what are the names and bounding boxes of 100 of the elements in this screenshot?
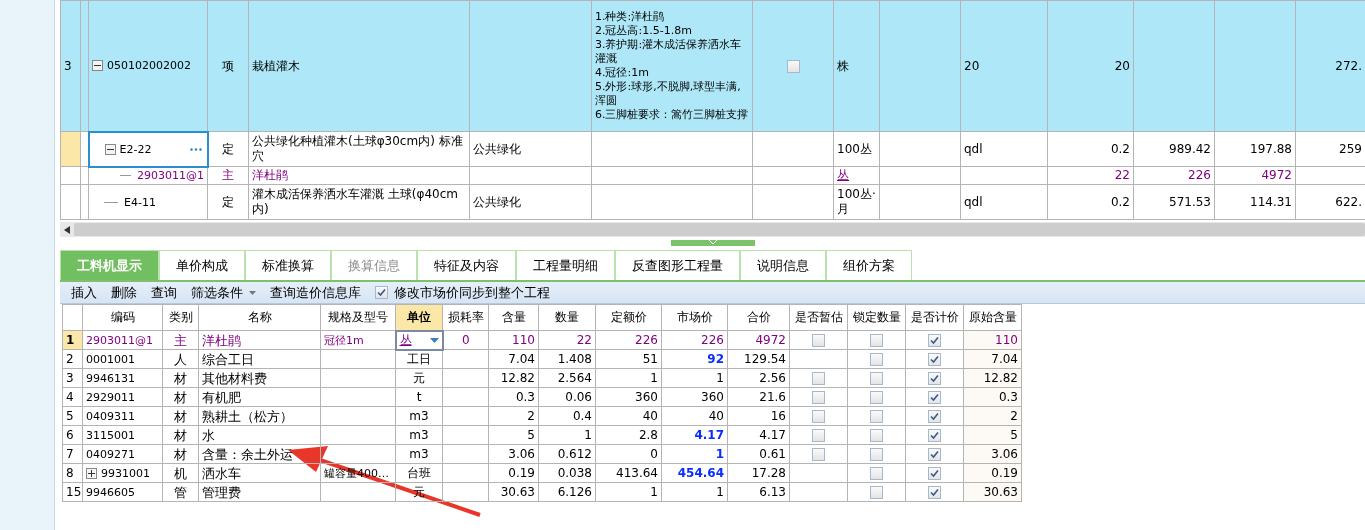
table-cell: 工日: [395, 349, 443, 369]
row-number: 5: [62, 406, 83, 426]
sync-checkbox[interactable]: 修改市场价同步到整个工程: [370, 283, 555, 302]
code-text: 9946605: [86, 484, 135, 500]
table-cell: 0: [442, 330, 489, 350]
row-number: 3: [62, 368, 83, 388]
table-cell: 丛: [833, 166, 880, 185]
column-header[interactable]: 合价: [727, 304, 790, 331]
table-cell: 定: [207, 131, 249, 167]
more-button[interactable]: [187, 147, 204, 151]
tab[interactable]: 工程量明细: [516, 250, 615, 280]
checkbox[interactable]: [812, 428, 825, 442]
toolbar-button[interactable]: 删除: [106, 283, 142, 302]
column-header[interactable]: 单位: [395, 304, 443, 331]
table-cell: 454.64: [661, 463, 728, 483]
checkbox[interactable]: [928, 409, 941, 423]
checkbox[interactable]: [870, 371, 883, 385]
table-cell: 洋杜鹃: [198, 330, 321, 350]
code-text: E4-11: [124, 194, 156, 210]
table-cell: 4.17: [661, 425, 728, 445]
column-header[interactable]: 损耗率: [442, 304, 489, 331]
column-header[interactable]: 含量: [488, 304, 539, 331]
collapse-icon[interactable]: [92, 60, 103, 72]
checkbox[interactable]: [870, 390, 883, 404]
checkbox[interactable]: [870, 333, 883, 347]
tab[interactable]: 组价方案: [826, 250, 912, 280]
table-cell: 12.82: [488, 368, 539, 388]
tab[interactable]: 特征及内容: [417, 250, 516, 280]
table-cell: 0.61: [727, 444, 790, 464]
column-header[interactable]: 定额价: [595, 304, 662, 331]
checkbox[interactable]: [928, 447, 941, 461]
column-header[interactable]: 名称: [198, 304, 321, 331]
column-header[interactable]: 市场价: [661, 304, 728, 331]
checkbox[interactable]: [812, 371, 825, 385]
splitter-handle[interactable]: [670, 240, 755, 246]
table-cell: 2.56: [727, 368, 790, 388]
checkbox[interactable]: [870, 428, 883, 442]
table-cell: 6.126: [538, 482, 596, 502]
table-cell: qdl: [960, 131, 1048, 167]
table-cell: 1: [661, 368, 728, 388]
tab[interactable]: 说明信息: [740, 250, 826, 280]
checkbox[interactable]: [928, 333, 941, 347]
table-cell: 21.6: [727, 387, 790, 407]
column-header[interactable]: 类别: [162, 304, 199, 331]
checkbox[interactable]: [928, 352, 941, 366]
checkbox[interactable]: [870, 485, 883, 499]
row-number: 2: [62, 349, 83, 369]
column-header[interactable]: 是否暂估: [789, 304, 848, 331]
table-cell: 2: [488, 406, 539, 426]
checkbox[interactable]: [812, 333, 825, 347]
scroll-left-icon[interactable]: [64, 225, 70, 234]
table-cell: 公共绿化种植灌木(土球φ30cm内) 标准穴: [248, 131, 470, 167]
column-header[interactable]: 锁定数量: [847, 304, 906, 331]
column-header[interactable]: 数量: [538, 304, 596, 331]
checkbox[interactable]: [928, 428, 941, 442]
table-cell: 主: [162, 330, 199, 350]
column-header[interactable]: 原始含量: [963, 304, 1022, 331]
table-cell: 水: [198, 425, 321, 445]
checkbox[interactable]: [870, 352, 883, 366]
column-header[interactable]: 编码: [82, 304, 163, 331]
table-cell: 1: [661, 444, 728, 464]
tab[interactable]: 单价构成: [159, 250, 245, 280]
checkbox[interactable]: [812, 390, 825, 404]
table-cell: 22: [538, 330, 596, 350]
toolbar-button[interactable]: 插入: [66, 283, 102, 302]
checkbox[interactable]: [870, 447, 883, 461]
checkbox[interactable]: [928, 485, 941, 499]
toolbar-button[interactable]: 查询: [146, 283, 182, 302]
table-cell: 226: [595, 330, 662, 350]
checkbox[interactable]: [812, 447, 825, 461]
table-cell: 4972: [1214, 166, 1296, 185]
table-cell: 台班: [395, 463, 443, 483]
table-cell: 129.54: [727, 349, 790, 369]
table-cell: 株: [833, 0, 880, 132]
tab[interactable]: 标准换算: [245, 250, 331, 280]
column-header[interactable]: 是否计价: [905, 304, 964, 331]
unit-dropdown[interactable]: 丛: [395, 330, 443, 350]
column-header[interactable]: 规格及型号: [320, 304, 396, 331]
filter-dropdown[interactable]: 筛选条件: [186, 283, 261, 302]
code-text: E2-22: [119, 141, 152, 157]
table-cell: 17.28: [727, 463, 790, 483]
checkbox[interactable]: [928, 466, 941, 480]
checkbox[interactable]: [812, 409, 825, 423]
checkbox[interactable]: [928, 371, 941, 385]
table-cell: 360: [595, 387, 662, 407]
collapse-icon[interactable]: [104, 143, 116, 155]
checkbox[interactable]: [786, 59, 800, 73]
table-cell: 综合工日: [198, 349, 321, 369]
tab[interactable]: 反查图形工程量: [615, 250, 740, 280]
toolbar-button[interactable]: 查询造价信息库: [265, 283, 366, 302]
table-cell: 22: [1047, 166, 1134, 185]
table-cell: 项: [207, 0, 249, 132]
checkbox[interactable]: [870, 409, 883, 423]
checkbox[interactable]: [928, 390, 941, 404]
table-cell: 洋杜鹃: [248, 166, 470, 185]
row-number: 8: [62, 463, 83, 483]
row-number: 7: [62, 444, 83, 464]
expand-icon[interactable]: [86, 467, 97, 479]
checkbox[interactable]: [870, 466, 883, 480]
table-cell: 4972: [727, 330, 790, 350]
